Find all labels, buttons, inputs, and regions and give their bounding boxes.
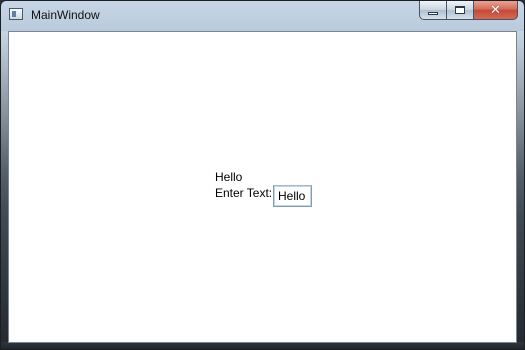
minimize-button[interactable] (419, 1, 446, 20)
client-area: Hello Enter Text: (9, 32, 516, 342)
maximize-icon (455, 6, 465, 14)
minimize-icon (428, 11, 438, 15)
text-input[interactable] (273, 185, 312, 207)
title-bar[interactable]: MainWindow ✕ (1, 1, 524, 31)
enter-text-label: Enter Text: (215, 186, 273, 200)
window-controls: ✕ (419, 1, 518, 20)
hello-label: Hello (215, 170, 243, 184)
maximize-button[interactable] (446, 1, 473, 20)
main-window: MainWindow ✕ Hello Enter Text: (0, 0, 525, 350)
window-icon[interactable] (9, 8, 23, 20)
close-button[interactable]: ✕ (473, 1, 518, 20)
client-area-frame: Hello Enter Text: (8, 31, 517, 343)
window-bottom-border (1, 342, 524, 349)
window-left-border (1, 31, 8, 349)
window-right-border (517, 31, 524, 349)
window-title: MainWindow (31, 8, 100, 22)
close-icon: ✕ (490, 2, 501, 18)
